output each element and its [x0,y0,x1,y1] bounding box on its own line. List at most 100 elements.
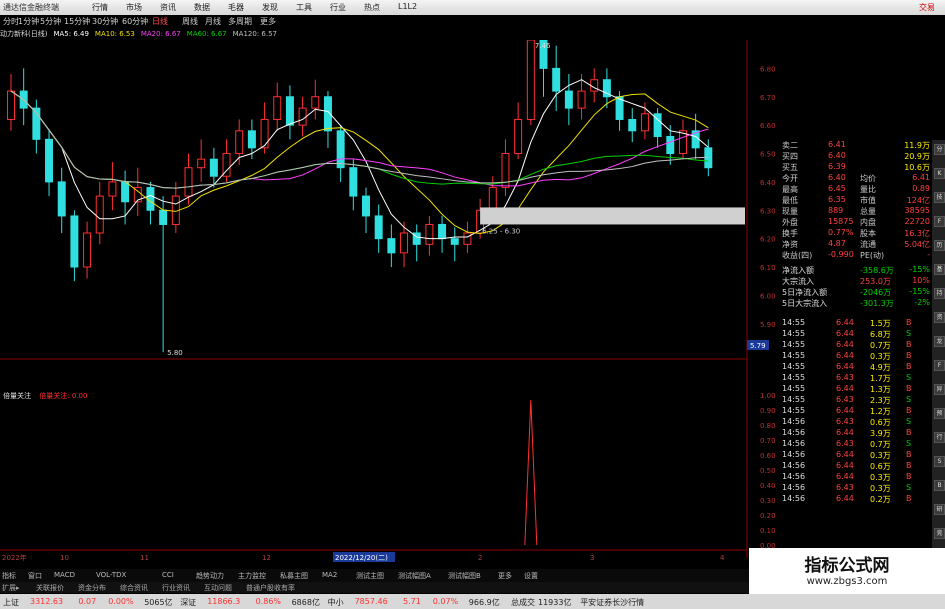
menu-item-5[interactable]: 发现 [262,2,278,13]
indicator-tab-0[interactable]: 指标 [2,571,16,581]
stock-name: 动力新科(日线) [0,30,48,38]
tick-qty: 1.3万 [870,385,891,394]
price-tag-label: 5.79 [750,342,766,350]
tick-row: 14:56 6.44 0.3万 B [782,472,930,483]
x-tick-label: 10 [60,554,69,562]
tick-price: 6.44 [836,362,854,371]
sidebar-tool-icon[interactable]: 基 [934,264,945,275]
indicator-tab-1[interactable]: 窗口 [28,571,42,581]
sidebar-tool-icon[interactable]: 异 [934,384,945,395]
tick-side: B [906,406,912,415]
indicator-tab-10[interactable]: 测试幅图A [398,571,431,581]
info-tab-6[interactable]: 普通户股收有率 [246,583,295,593]
status-item: 966.9亿 [468,598,500,607]
period-btn-1[interactable]: 1分钟 [18,16,39,27]
period-btn-8[interactable]: 月线 [205,16,221,27]
menu-item-6[interactable]: 工具 [296,2,312,13]
quote-label: 卖二 [782,141,798,150]
indicator-tab-6[interactable]: 主力监控 [238,571,266,581]
flow-row: 净流入额 -358.6万 -15% [782,265,930,276]
period-btn-3[interactable]: 15分钟 [64,16,90,27]
period-btn-9[interactable]: 多周期 [228,16,252,27]
tick-price: 6.44 [836,406,854,415]
indicator-tab-2[interactable]: MACD [54,571,75,579]
kline-chart[interactable]: 6.80 6.70 6.60 6.50 6.40 6.30 6.20 6.10 6.00 5.90… [0,40,780,568]
sidebar-tool-icon[interactable]: 持 [934,288,945,299]
tick-time: 14:56 [782,417,806,426]
menu-item-8[interactable]: 热点 [364,2,380,13]
sidebar-tool-icon[interactable]: 研 [934,504,945,515]
y-tick-label: 6.30 [760,207,776,215]
x-tick-label: 11 [140,554,149,562]
menu-item-3[interactable]: 数据 [194,2,210,13]
tick-side: B [906,340,912,349]
sidebar-tool-icon[interactable]: B [934,480,945,491]
tick-side: B [906,472,912,481]
menu-item-0[interactable]: 行情 [92,2,108,13]
period-btn-10[interactable]: 更多 [260,16,276,27]
info-tab-4[interactable]: 行业资讯 [162,583,190,593]
indicator-tab-13[interactable]: 设置 [524,571,538,581]
info-tab-1[interactable]: 关联报价 [36,583,64,593]
candle-body [235,130,244,155]
info-tab-5[interactable]: 互动问题 [204,583,232,593]
menu-item-7[interactable]: 行业 [330,2,346,13]
indicator-tab-7[interactable]: 私募主图 [280,571,308,581]
info-tab-3[interactable]: 综合资讯 [120,583,148,593]
sidebar-tool-icon[interactable]: 龙 [934,336,945,347]
y-tick-label: 6.50 [760,151,776,159]
quote-label: 现量 [782,207,798,216]
period-btn-7[interactable]: 周线 [182,16,198,27]
sidebar-tool-icon[interactable]: 历 [934,240,945,251]
sidebar-tool-icon[interactable]: 行 [934,432,945,443]
indicator-tab-11[interactable]: 测试幅图B [448,571,481,581]
flow-pct: 10% [912,276,930,285]
low-annotation: 5.80 [167,349,183,357]
info-tab-2[interactable]: 资金分布 [78,583,106,593]
candle-body [311,96,320,109]
tick-time: 14:56 [782,483,806,492]
sidebar-tool-icon[interactable]: 分 [934,144,945,155]
status-item: 深证 [180,598,197,607]
status-item: 5.71 [403,597,421,606]
sidebar-tool-icon[interactable]: S [934,456,945,467]
menu-item-1[interactable]: 市场 [126,2,142,13]
menu-item-2[interactable]: 资讯 [160,2,176,13]
tick-qty: 0.6万 [870,418,891,427]
quote-value: 15875 [828,217,854,226]
flow-value: 253.0万 [860,277,891,286]
menu-item-9[interactable]: L1L2 [398,2,417,13]
period-btn-5[interactable]: 60分钟 [122,16,148,27]
quote-value2: 38595 [904,206,930,215]
quote-value: 6.41 [828,140,846,149]
period-btn-0[interactable]: 分时 [3,16,19,27]
period-btn-6[interactable]: 日线 [152,16,168,27]
sidebar-tool-icon[interactable]: 资 [934,312,945,323]
sidebar-tool-icon[interactable]: F [934,360,945,371]
tick-side: B [906,384,912,393]
quote-value: 0.77% [828,228,854,237]
tick-qty: 1.2万 [870,407,891,416]
sidebar-tool-icon[interactable]: F [934,216,945,227]
indicator-tab-8[interactable]: MA2 [322,571,337,579]
sub-y-tick-label: 0.20 [760,512,776,520]
sidebar-tool-icon[interactable]: 竞 [934,528,945,539]
indicator-tab-3[interactable]: VOL-TDX [96,571,126,579]
tick-side: B [906,494,912,503]
indicator-tab-5[interactable]: 趋势动力 [196,571,224,581]
info-tab-0[interactable]: 扩展▸ [2,583,20,593]
sidebar-tool-icon[interactable]: 预 [934,408,945,419]
period-bar: 分时 1分钟 5分钟 15分钟 30分钟 60分钟 日线 周线 月线 多周期 更多 [0,15,945,28]
indicator-tab-4[interactable]: CCI [162,571,174,579]
quote-value2: 10.6万 [904,163,930,172]
indicator-tab-12[interactable]: 更多 [498,571,512,581]
sidebar-tool-icon[interactable]: K [934,168,945,179]
menu-item-4[interactable]: 毛器 [228,2,244,13]
indicator-tab-bar: 指标 窗口 MACD VOL-TDX CCI 趋势动力 主力监控 私募主图 MA2 测试主图 测试幅… [0,569,750,582]
period-btn-4[interactable]: 30分钟 [92,16,118,27]
period-btn-2[interactable]: 5分钟 [40,16,61,27]
quote-label2: 均价 [860,174,876,183]
sidebar-tool-icon[interactable]: 技 [934,192,945,203]
trade-menu[interactable]: 交易 [919,2,935,13]
indicator-tab-9[interactable]: 测试主图 [356,571,384,581]
